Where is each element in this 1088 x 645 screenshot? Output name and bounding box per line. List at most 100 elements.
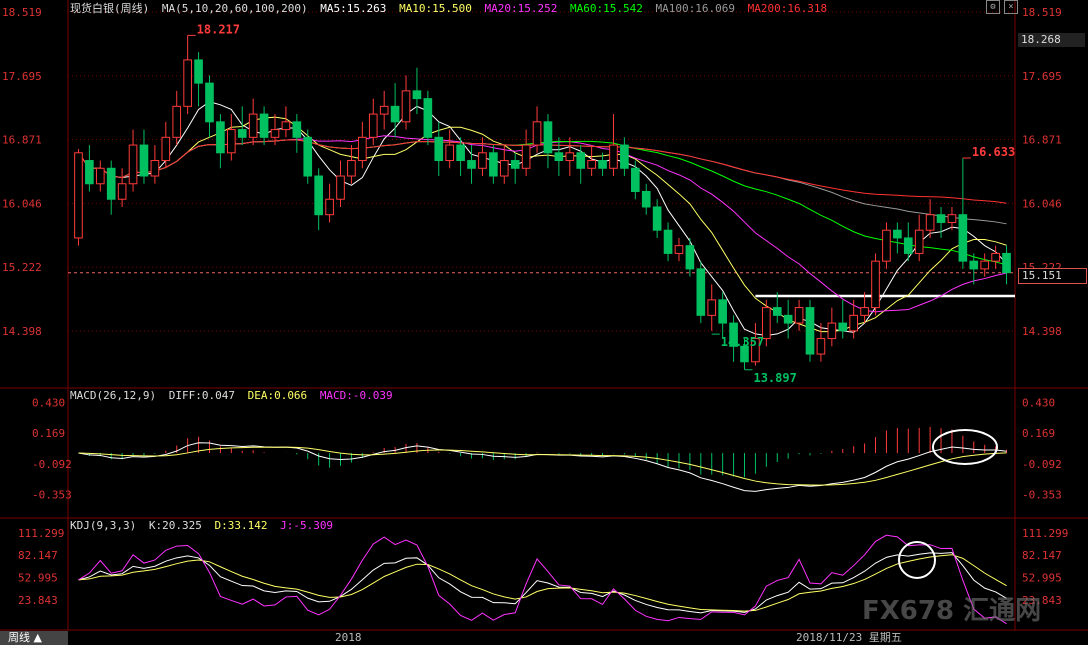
candle-body	[805, 307, 815, 355]
candle-body	[358, 136, 367, 162]
macd-tick-left: -0.092	[32, 458, 72, 471]
macd-value: MACD:-0.039	[319, 389, 393, 402]
price-header: 现货白银(周线) MA(5,10,20,60,100,200) MA5:15.2…	[70, 0, 833, 16]
y-tick-label-right: 17.695	[1022, 70, 1062, 83]
candle-body	[903, 237, 913, 254]
candle-body	[860, 307, 869, 316]
candle-body	[150, 160, 160, 177]
y-tick-label-right: 16.871	[1022, 134, 1062, 147]
candle-body	[499, 160, 509, 177]
candle-body	[641, 190, 651, 208]
kdj-tick-left: 23.843	[18, 594, 58, 607]
candle-body	[947, 214, 957, 223]
x-tick-label: 2018/11/23 星期五	[796, 631, 902, 644]
candle-body	[248, 113, 258, 138]
y-tick-label-left: 16.871	[2, 134, 42, 147]
candle-body	[936, 214, 946, 223]
ma20-label: MA20:15.252	[484, 2, 558, 15]
kdj-tick-left: 111.299	[18, 527, 64, 540]
period-tab[interactable]: 周线 ▲	[0, 631, 68, 645]
y-tick-label-right: 18.519	[1022, 6, 1062, 19]
candle-body	[183, 59, 192, 107]
kdj-tick-left: 52.995	[18, 572, 58, 585]
price-annotation: 13.897	[753, 371, 796, 385]
candle-body	[762, 307, 771, 340]
candle-body	[205, 82, 214, 123]
kdj-header: KDJ(9,3,3) K:20.325 D:33.142 J:-5.309	[70, 519, 339, 532]
kdj-tick-right: 82.147	[1022, 549, 1062, 562]
candle-body	[587, 160, 596, 169]
y-tick-label-left: 15.222	[2, 261, 42, 274]
candle-body	[816, 338, 826, 355]
y-tick-label-left: 16.046	[2, 197, 42, 210]
candle-body	[838, 322, 848, 332]
candle-body	[598, 160, 607, 169]
macd-tick-left: -0.353	[32, 489, 72, 502]
y-tick-label-right: 16.046	[1022, 197, 1062, 210]
macd-header: MACD(26,12,9) DIFF:0.047 DEA:0.066 MACD:…	[70, 389, 399, 402]
candle-body	[794, 307, 804, 324]
candle-body	[554, 152, 564, 162]
crosshair-value: 18.268	[1018, 33, 1085, 47]
candle-body	[685, 245, 695, 270]
kdj-j: J:-5.309	[280, 519, 334, 532]
candle-body	[478, 152, 487, 169]
candle-body	[95, 167, 105, 185]
kdj-tick-right: 52.995	[1022, 572, 1062, 585]
ma-line	[78, 135, 1007, 313]
candle-body	[194, 59, 203, 84]
close-icon[interactable]: ×	[1004, 0, 1018, 14]
kdj-tick-right: 111.299	[1022, 527, 1068, 540]
ma10-label: MA10:15.500	[399, 2, 472, 15]
window-controls: ⚙ ×	[986, 0, 1018, 14]
x-tick-label: 2018	[335, 631, 362, 644]
candle-body	[510, 160, 520, 169]
candle-body	[871, 260, 880, 309]
candle-body	[674, 245, 684, 254]
current-price-tag: 15.151	[1018, 268, 1087, 284]
macd-dea-line	[78, 446, 1007, 486]
candle-body	[489, 152, 498, 177]
candle-body	[882, 229, 891, 262]
ma5-label: MA5:15.263	[320, 2, 387, 15]
candle-body	[445, 144, 455, 162]
candle-body	[434, 136, 444, 162]
candle-body	[1002, 252, 1011, 274]
settings-icon[interactable]: ⚙	[986, 0, 1000, 14]
candle-body	[663, 229, 673, 254]
candle-body	[914, 229, 924, 254]
candle-body	[958, 214, 968, 262]
candle-body	[314, 175, 323, 216]
candle-body	[991, 252, 1000, 262]
macd-panel	[78, 426, 1008, 492]
kdj-tick-left: 82.147	[18, 549, 58, 562]
candle-body	[74, 152, 83, 239]
candle-body	[609, 144, 618, 169]
candle-body	[226, 129, 236, 154]
candle-body	[532, 121, 542, 146]
price-annotations: 18.217 14.357 13.897 16.633	[187, 22, 1015, 385]
candle-body	[161, 136, 171, 162]
chart-canvas: 18.519 18.519 17.695 17.695 16.871 16.871 16.0…	[0, 0, 1088, 644]
candle-body	[543, 121, 553, 154]
candle-body	[783, 314, 793, 324]
macd-tick-left: 0.169	[32, 427, 65, 440]
macd-diff-line	[78, 442, 1007, 492]
watermark: FX678 汇通网	[862, 596, 1042, 626]
y-tick-label-left: 18.519	[2, 6, 42, 19]
candle-body	[565, 152, 575, 162]
macd-dea: DEA:0.066	[247, 389, 308, 402]
kdj-label: KDJ(9,3,3)	[70, 519, 137, 532]
candle-body	[576, 152, 586, 169]
ma100-label: MA100:16.069	[655, 2, 735, 15]
macd-tick-right: 0.430	[1022, 396, 1055, 409]
y-tick-label-left: 14.398	[2, 325, 42, 338]
highlight-circle	[932, 429, 998, 465]
ma200-label: MA200:16.318	[747, 2, 828, 15]
price-annotation: 16.633	[972, 145, 1015, 159]
ma-line	[78, 139, 1007, 266]
candle-body	[281, 121, 291, 131]
candle-body	[467, 160, 476, 169]
candlestick-series	[74, 35, 1011, 370]
candle-body	[630, 167, 640, 192]
